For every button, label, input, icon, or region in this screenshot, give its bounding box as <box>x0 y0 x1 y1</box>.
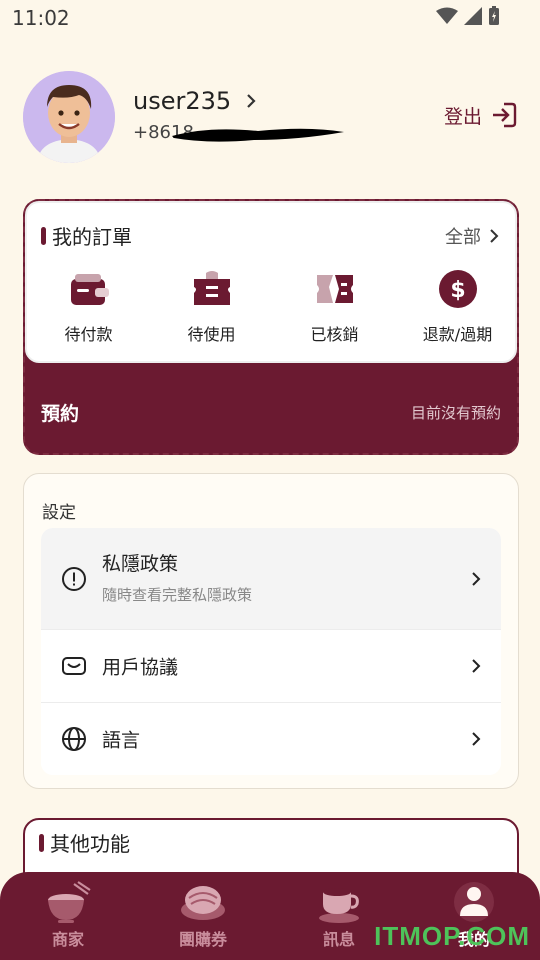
language-label: 語言 <box>102 729 141 752</box>
logout-label: 登出 <box>443 105 482 128</box>
order-to-use[interactable]: 待使用 <box>150 269 273 345</box>
battery-icon <box>489 6 499 25</box>
title-accent-bar <box>39 833 44 852</box>
signal-icon <box>464 7 482 25</box>
nav-label: 訊息 <box>322 930 355 949</box>
redaction-scribble <box>172 128 344 142</box>
wifi-icon <box>436 7 458 24</box>
watermark: ITMOP.COM <box>374 921 530 951</box>
nav-label: 團購券 <box>178 930 227 949</box>
ticket-icon <box>193 271 230 305</box>
chevron-right-icon <box>247 94 256 108</box>
chevron-right-icon <box>472 659 481 673</box>
coffee-cup-icon <box>319 888 359 923</box>
order-item-label: 退款/過期 <box>422 325 493 344</box>
orders-card: 我的訂單 全部 待付款 待使用 已核銷 $ 退款/過期 預約 目前沒有預約 <box>23 199 519 455</box>
dollar-icon: $ <box>438 270 477 308</box>
nav-label: 商家 <box>51 930 84 949</box>
booking-label: 預約 <box>41 403 80 425</box>
settings-title: 設定 <box>42 503 76 523</box>
order-redeemed[interactable]: 已核銷 <box>273 269 396 345</box>
bottom-nav: 商家 團購券 訊息 我的 ITMOP.COM <box>0 872 540 960</box>
user-agreement-row[interactable]: 用戶協議 <box>41 630 501 703</box>
status-bar: 11:02 <box>0 0 540 36</box>
avatar-illustration <box>23 71 115 163</box>
orders-title: 我的訂單 <box>41 221 132 250</box>
nav-item-vouchers[interactable]: 團購券 <box>153 880 253 950</box>
svg-text:$: $ <box>450 278 465 303</box>
used-ticket-icon <box>316 275 353 303</box>
chevron-right-icon <box>472 732 481 746</box>
user-agreement-label: 用戶協議 <box>102 656 179 679</box>
status-time: 11:02 <box>12 6 70 30</box>
order-refund-expired[interactable]: $ 退款/過期 <box>396 269 519 345</box>
order-status-list: 待付款 待使用 已核銷 $ 退款/過期 <box>27 269 519 345</box>
chevron-right-icon <box>472 571 481 586</box>
title-accent-bar <box>41 226 46 245</box>
orders-title-text: 我的訂單 <box>52 225 132 249</box>
all-orders-link[interactable]: 全部 <box>445 223 499 249</box>
all-orders-label: 全部 <box>445 227 481 248</box>
settings-card: 設定 私隱政策 隨時查看完整私隱政策 用戶協議 語言 <box>23 473 519 789</box>
language-row[interactable]: 語言 <box>41 703 501 775</box>
other-functions-title-text: 其他功能 <box>50 832 130 856</box>
username-row[interactable]: user235 <box>133 87 257 115</box>
profile-header: user235 +8618 登出 <box>0 68 540 168</box>
order-item-label: 待使用 <box>187 325 236 344</box>
status-icons <box>436 6 500 26</box>
booking-status: 目前沒有預約 <box>410 404 501 422</box>
privacy-policy-subtitle: 隨時查看完整私隱政策 <box>102 586 253 604</box>
mail-icon <box>62 657 86 675</box>
dumpling-icon <box>181 886 225 920</box>
chevron-right-icon <box>490 229 499 243</box>
order-pending-payment[interactable]: 待付款 <box>27 269 150 345</box>
wallet-icon <box>70 274 109 305</box>
info-circle-icon <box>62 566 86 591</box>
logout-icon <box>493 102 517 128</box>
user-icon <box>454 882 494 922</box>
username: user235 <box>133 87 232 115</box>
nav-item-merchants[interactable]: 商家 <box>18 880 118 950</box>
noodle-bowl-icon <box>48 881 91 923</box>
globe-icon <box>62 727 86 751</box>
order-item-label: 已核銷 <box>310 325 359 344</box>
privacy-policy-label: 私隱政策 <box>102 553 179 575</box>
privacy-policy-row[interactable]: 私隱政策 隨時查看完整私隱政策 <box>41 528 501 630</box>
orders-panel: 我的訂單 全部 待付款 待使用 已核銷 $ 退款/過期 <box>25 201 517 363</box>
avatar[interactable] <box>23 71 115 163</box>
logout-button[interactable]: 登出 <box>444 101 518 129</box>
settings-list: 私隱政策 隨時查看完整私隱政策 用戶協議 語言 <box>41 528 501 775</box>
order-item-label: 待付款 <box>64 325 113 344</box>
other-functions-title: 其他功能 <box>39 828 130 857</box>
